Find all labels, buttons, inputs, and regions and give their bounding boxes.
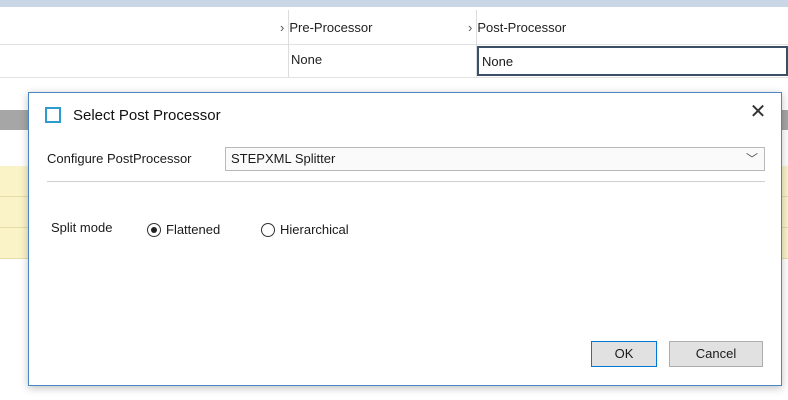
window-icon: [45, 107, 61, 123]
configure-label: Configure PostProcessor: [47, 151, 192, 166]
post-processor-cell[interactable]: None: [477, 46, 788, 76]
chevron-right-icon: ›: [468, 20, 473, 35]
split-mode-label: Split mode: [51, 220, 113, 235]
dialog-title-bar: Select Post Processor: [45, 105, 221, 125]
configure-row: Configure PostProcessor STEPXML Splitter…: [47, 147, 765, 171]
cancel-button[interactable]: Cancel: [669, 341, 763, 367]
divider: [47, 181, 765, 182]
chevron-right-icon: ›: [280, 20, 285, 35]
dialog-title: Select Post Processor: [73, 106, 221, 124]
pre-processor-cell[interactable]: None: [291, 52, 322, 67]
select-post-processor-dialog: Select Post Processor ✕ Configure PostPr…: [28, 92, 782, 386]
post-processor-select[interactable]: STEPXML Splitter ﹀: [225, 147, 765, 171]
radio-hierarchical[interactable]: Hierarchical: [261, 222, 349, 237]
radio-flattened[interactable]: Flattened: [147, 222, 220, 237]
column-header-pre-processor[interactable]: › Pre-Processor: [280, 20, 372, 35]
top-strip: [0, 0, 788, 7]
select-value: STEPXML Splitter: [231, 151, 336, 166]
radio-checked-icon: [147, 222, 161, 237]
ok-button[interactable]: OK: [591, 341, 657, 367]
radio-unchecked-icon: [261, 222, 275, 237]
column-header-post-processor[interactable]: › Post-Processor: [468, 20, 566, 35]
grid-header-row: [0, 10, 788, 45]
close-icon[interactable]: ✕: [747, 101, 769, 123]
chevron-down-icon: ﹀: [745, 152, 758, 166]
